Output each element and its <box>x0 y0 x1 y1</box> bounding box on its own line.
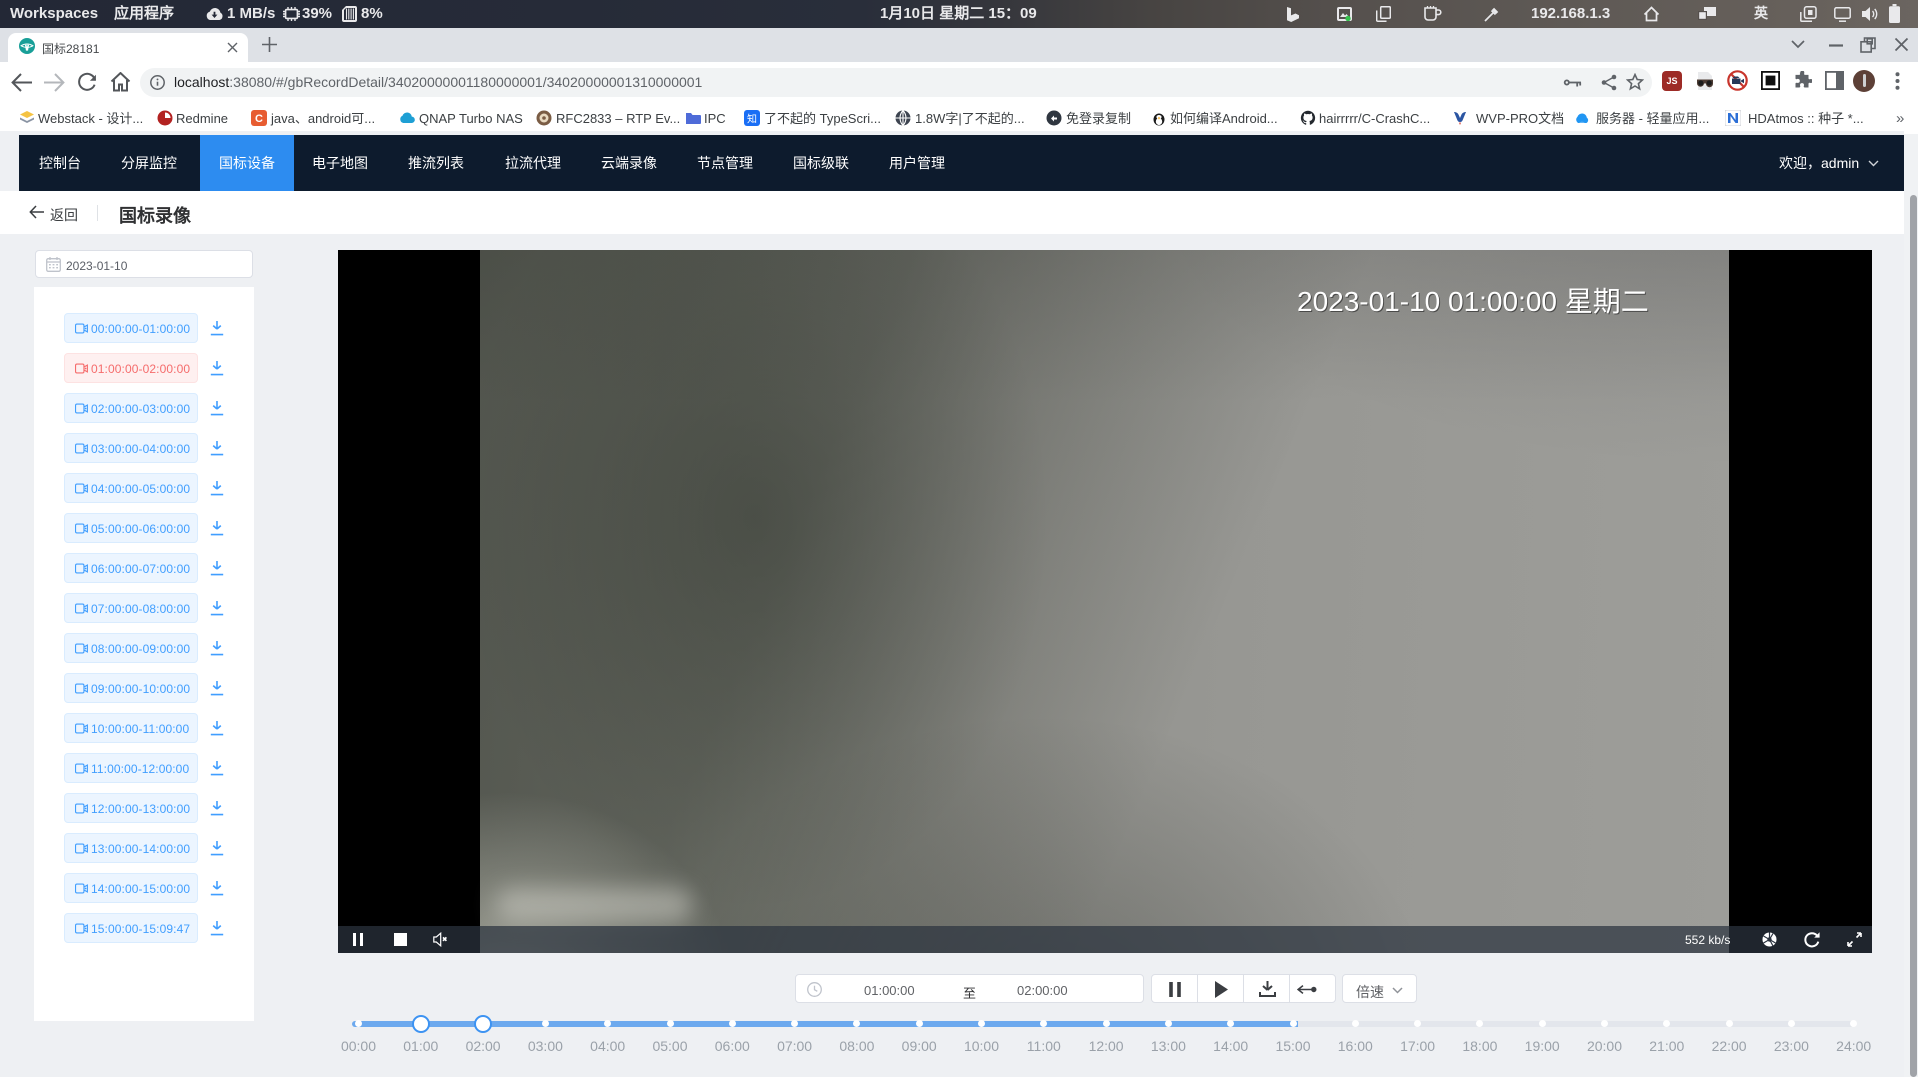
svg-text:C: C <box>255 113 263 125</box>
svg-text:知: 知 <box>747 113 757 126</box>
